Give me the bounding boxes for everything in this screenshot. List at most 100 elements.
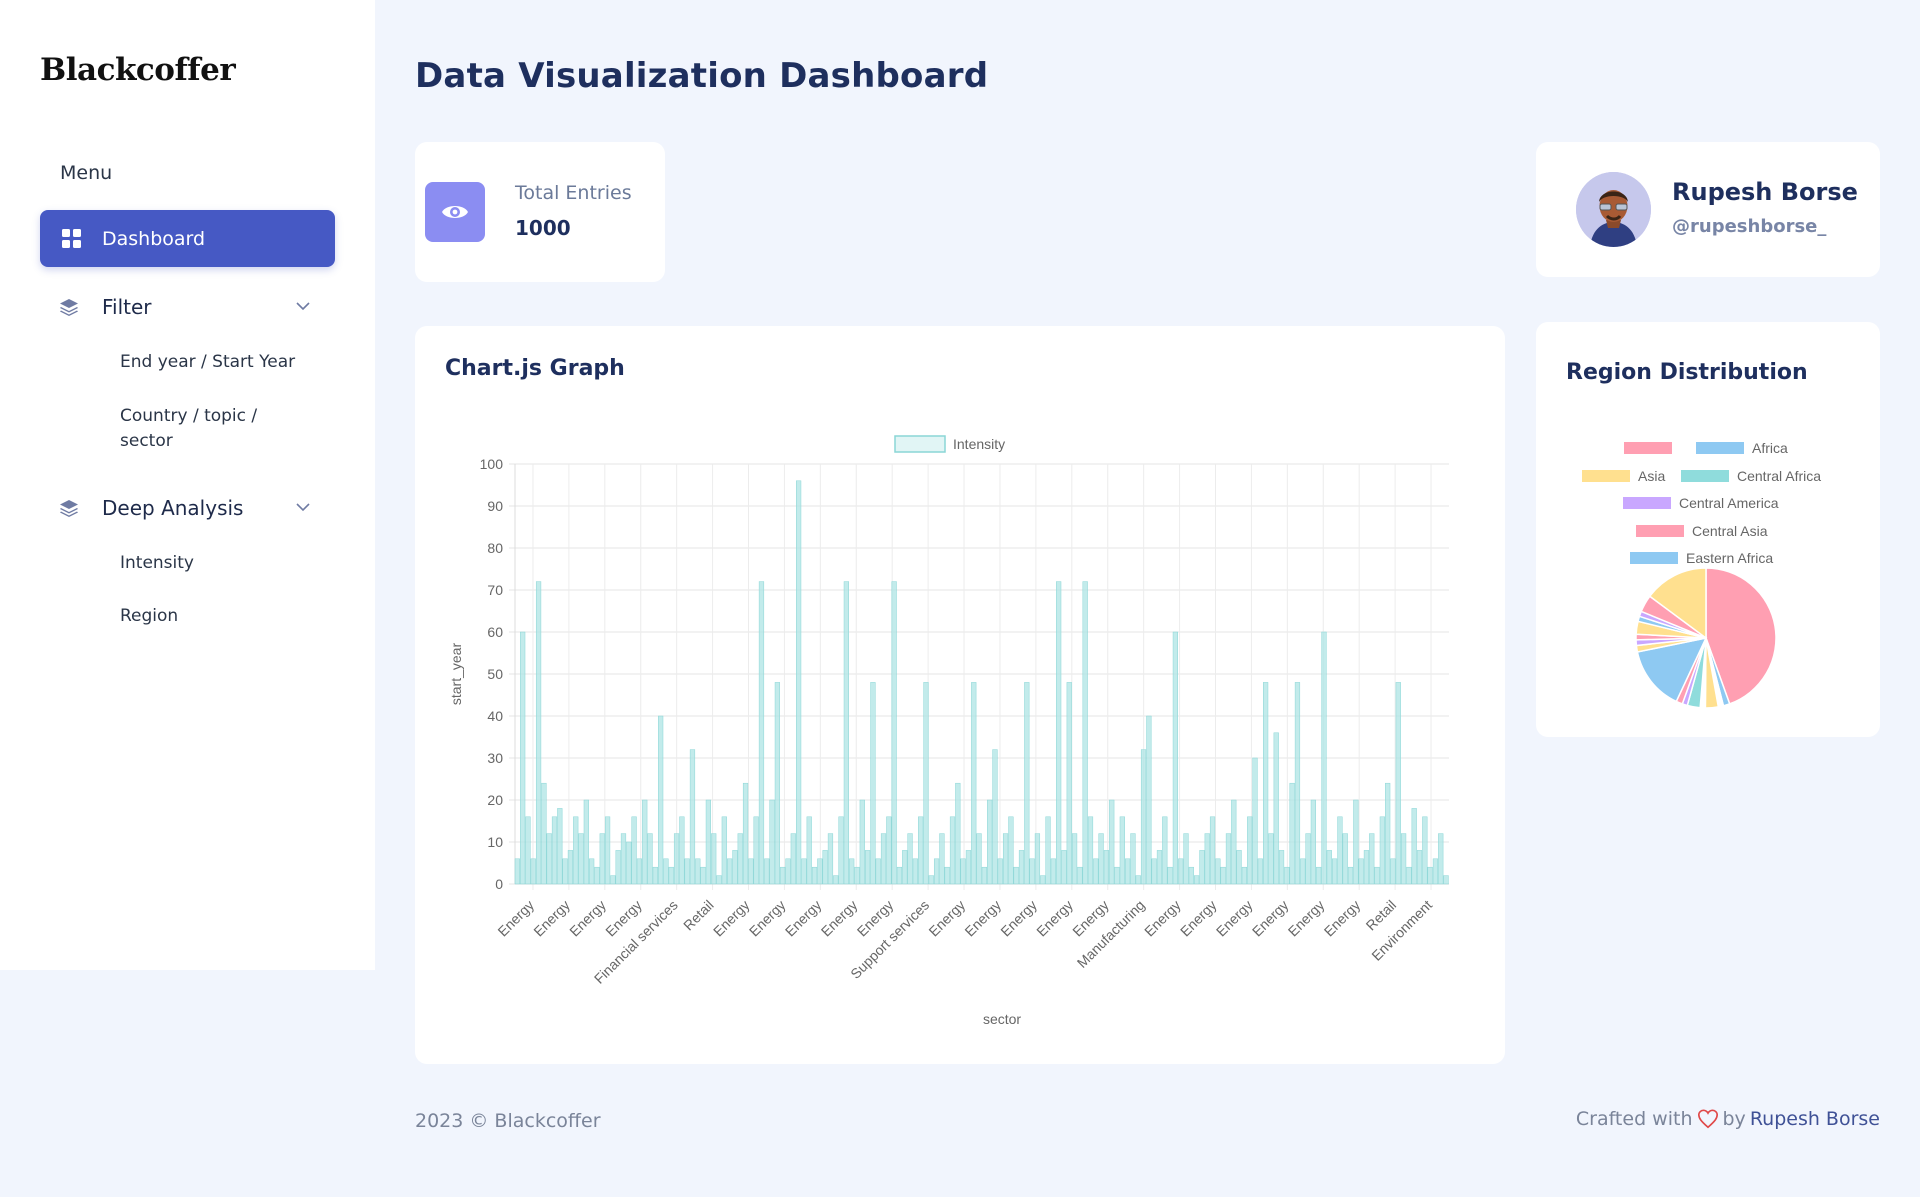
bar: [976, 833, 982, 885]
nav-dashboard[interactable]: Dashboard: [40, 210, 335, 267]
bar: [642, 799, 648, 885]
bar: [1087, 816, 1094, 885]
y-axis-title: start_year: [448, 643, 464, 706]
footer-crafted-prefix: Crafted with: [1575, 1108, 1693, 1130]
bar: [573, 816, 579, 885]
chevron-down-icon[interactable]: [294, 297, 312, 315]
bar: [1188, 866, 1194, 885]
bar: [875, 858, 881, 885]
pie-legend-label: Asia: [1638, 468, 1665, 484]
bar: [1385, 782, 1391, 885]
bar: [1411, 808, 1417, 885]
chart-card: 0 10 20 30 40 50 60 70 80 90 100 Energy Energy Energy…: [415, 326, 1505, 1064]
bar: [796, 480, 802, 885]
y-tick-label: 50: [487, 666, 503, 682]
bar: [1363, 850, 1370, 885]
bar: [684, 858, 690, 885]
avatar[interactable]: [1576, 172, 1651, 247]
sidebar-item-year[interactable]: End year / Start Year: [120, 350, 295, 375]
pie-legend-label: Central Asia: [1692, 523, 1768, 539]
bar: [668, 866, 674, 885]
profile-handle: @rupeshborse_: [1672, 216, 1827, 237]
bar: [1241, 866, 1247, 885]
y-tick-label: 80: [487, 540, 503, 556]
bar: [562, 858, 568, 885]
bar: [1278, 850, 1285, 885]
bar: [859, 799, 865, 885]
bar: [732, 850, 738, 885]
bar: [1093, 858, 1099, 885]
bar: [1178, 858, 1184, 885]
bar: [583, 799, 589, 885]
pie-legend-swatch: [1681, 470, 1729, 482]
bar: [758, 581, 765, 885]
bar: [865, 850, 871, 885]
bar: [1013, 866, 1019, 885]
bar: [1114, 866, 1120, 885]
bar: [801, 858, 807, 885]
bar: [610, 875, 616, 885]
sidebar-item-region[interactable]: Region: [120, 604, 178, 629]
bar: [1018, 850, 1025, 885]
heart-icon: [1697, 1109, 1718, 1129]
bar: [716, 875, 722, 885]
bar: [838, 816, 844, 885]
layers-icon: [60, 299, 78, 316]
bar: [1294, 682, 1301, 885]
y-tick-label: 10: [487, 834, 503, 850]
sidebar-item-country-topic-sector[interactable]: Country / topic / sector: [120, 404, 290, 454]
chevron-down-icon[interactable]: [294, 498, 312, 516]
bar: [1353, 799, 1359, 885]
bar: [817, 858, 823, 885]
bar: [721, 816, 727, 885]
bar: [1040, 875, 1046, 885]
bar: [891, 581, 897, 885]
bar: [1050, 858, 1056, 885]
bar: [955, 782, 961, 885]
nav-deep-analysis[interactable]: Deep Analysis: [58, 488, 318, 528]
bar: [764, 858, 770, 885]
bar: [971, 682, 977, 885]
bar: [753, 816, 759, 885]
bar: [535, 581, 542, 885]
bar: [647, 833, 653, 885]
bar: [1135, 875, 1141, 885]
x-tick-label: Energy: [566, 897, 609, 940]
bar: [658, 715, 664, 885]
nav-filter[interactable]: Filter: [58, 287, 318, 327]
x-axis-title: sector: [983, 1011, 1021, 1027]
pie-legend-swatch: [1630, 552, 1678, 564]
bar: [1071, 833, 1078, 885]
brand-logo[interactable]: Blackcoffer: [40, 52, 236, 88]
bar: [626, 841, 632, 885]
bar: [1379, 816, 1385, 885]
bar: [811, 866, 818, 885]
bar: [695, 858, 701, 885]
bar: [663, 858, 669, 885]
bar: [1427, 866, 1433, 885]
bar: [1305, 833, 1311, 885]
bar: [1199, 850, 1205, 885]
bar: [1125, 858, 1131, 885]
footer-author-link[interactable]: Rupesh Borse: [1750, 1108, 1880, 1130]
bar: [1008, 816, 1014, 885]
sidebar-item-intensity[interactable]: Intensity: [120, 551, 194, 576]
bar: [1358, 858, 1364, 885]
pie-legend-swatch: [1582, 470, 1630, 482]
footer-copyright: 2023 © Blackcoffer: [415, 1110, 601, 1132]
bar: [981, 866, 987, 885]
bar: [1151, 858, 1157, 885]
bar: [1045, 816, 1051, 885]
bar: [599, 833, 605, 885]
bar: [907, 833, 913, 885]
grid-icon: [62, 228, 82, 249]
bar: [1395, 682, 1401, 885]
bar: [1225, 833, 1232, 885]
nav-deep-analysis-label: Deep Analysis: [102, 496, 244, 520]
bar: [631, 816, 637, 885]
bar: [997, 858, 1003, 885]
y-tick-label: 40: [487, 708, 503, 724]
bar: [567, 850, 574, 885]
bar: [1263, 682, 1269, 885]
x-tick-label: Energy: [997, 897, 1040, 940]
